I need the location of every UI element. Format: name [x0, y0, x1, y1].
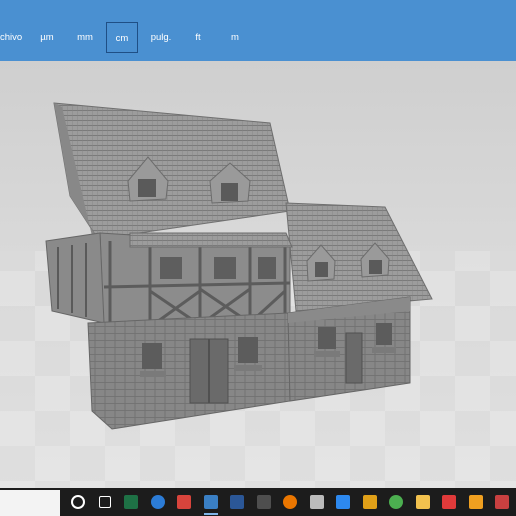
word-icon[interactable] [225, 491, 249, 513]
taskbar-search-box[interactable] [0, 490, 60, 516]
window [238, 337, 258, 363]
window [376, 323, 392, 345]
edge-icon[interactable] [146, 491, 170, 513]
unit-button-feet[interactable]: ft [185, 22, 211, 53]
windows-taskbar [0, 488, 516, 516]
unit-button-millimeter[interactable]: mm [70, 22, 100, 53]
unit-button-meter[interactable]: m [222, 22, 248, 53]
anydesk-icon[interactable] [437, 491, 461, 513]
chrome-icon[interactable] [384, 491, 408, 513]
unit-button-micrometer[interactable]: µm [32, 22, 62, 53]
viewport-scene [0, 102, 516, 488]
file-explorer-icon[interactable] [411, 491, 435, 513]
3d-viewport[interactable] [0, 61, 516, 488]
excel-icon[interactable] [119, 491, 143, 513]
blender-icon[interactable] [278, 491, 302, 513]
shield-app-icon[interactable] [358, 491, 382, 513]
unit-button-archivo[interactable]: chivo [0, 22, 24, 53]
cortana-circle-icon[interactable] [66, 491, 90, 513]
ib-app-icon[interactable] [464, 491, 488, 513]
window [318, 327, 336, 349]
task-view-icon[interactable] [93, 491, 117, 513]
unit-button-centimeter[interactable]: cm [106, 22, 138, 53]
house-model[interactable] [45, 102, 433, 430]
units-toolbar: chivo µm mm cm pulg. ft m [0, 0, 516, 61]
window [142, 343, 162, 369]
app-icon-active[interactable] [199, 491, 223, 515]
door [345, 332, 363, 384]
photo-app-icon[interactable] [331, 491, 355, 513]
unit-button-inch[interactable]: pulg. [144, 22, 178, 53]
calculator-icon[interactable] [252, 491, 276, 513]
snipping-tool-icon[interactable] [172, 491, 196, 513]
inkscape-icon[interactable] [305, 491, 329, 513]
extra-app-icon[interactable] [490, 491, 514, 513]
